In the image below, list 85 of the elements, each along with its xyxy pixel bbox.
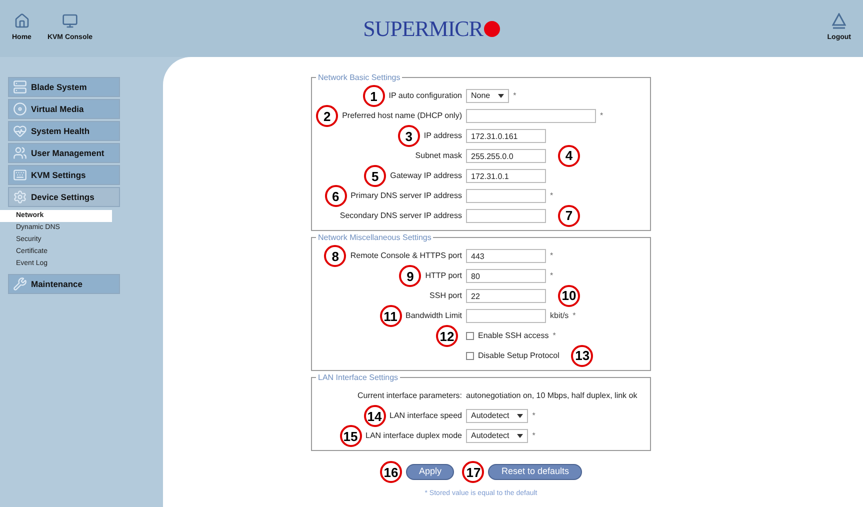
default-mark: * [552,330,556,342]
dropdown[interactable]: Autodetect [466,429,528,443]
sidebar-menu-item[interactable]: KVM Settings [8,165,120,185]
interface-parameters: autonegotiation on, 10 Mbps, half duplex, link ok [466,390,638,402]
callout-number: 1 [362,85,385,107]
disc-icon [13,102,27,116]
field-label: LAN interface duplex mode [366,430,462,442]
wrench-icon [13,277,27,291]
field-label: Remote Console & HTTPS port [350,250,462,262]
triangle-icon [832,13,846,30]
callout-number: 9 [399,265,422,287]
input-field[interactable]: 172.31.0.161 [466,129,546,143]
checkbox-label: Enable SSH access [478,330,549,342]
sidebar-menu-item[interactable]: Blade System [8,77,120,97]
users-icon [13,146,27,160]
field-label: Secondary DNS server IP address [340,210,462,222]
group-title: Network Basic Settings [316,72,402,84]
sidebar-menu-item[interactable]: Virtual Media [8,99,120,119]
field-label: Primary DNS server IP address [350,190,462,202]
server-icon [13,80,27,94]
callout-number: 15 [340,425,362,447]
callout-number: 13 [571,344,594,366]
callout-number: 8 [324,245,346,267]
group-title: LAN Interface Settings [316,372,400,384]
input-field[interactable] [466,309,546,323]
logo: SUPERMICR [363,12,500,45]
default-mark: * [550,250,554,262]
dropdown[interactable]: Autodetect [466,409,528,423]
field-label: Gateway IP address [390,170,462,182]
callout-number: 10 [558,284,580,306]
unit-label: kbit/s [550,310,569,322]
action-button[interactable]: Reset to defaults [488,464,582,480]
caret-icon [517,434,524,438]
default-mark: * [532,410,536,422]
callout-number: 4 [558,144,580,166]
field-label: Current interface parameters: [358,390,462,402]
default-mark: * [532,430,536,442]
field-label: HTTP port [425,270,462,282]
input-field[interactable]: 80 [466,269,546,283]
default-mark: * [513,90,516,102]
heart-pulse-icon [13,124,27,138]
sidebar-menu-item[interactable]: User Management [8,143,120,163]
default-mark: * [572,310,576,322]
caret-icon [498,94,504,98]
input-field[interactable] [466,109,596,123]
monitor-icon [62,13,78,30]
action-button[interactable]: Apply [406,464,454,480]
group-title: Network Miscellaneous Settings [316,232,434,244]
dropdown[interactable]: None [466,89,510,103]
field-label: Bandwidth Limit [406,310,462,322]
keyboard-icon [13,168,27,182]
caret-icon [517,414,524,418]
checkbox[interactable] [466,352,474,360]
default-mark: * [550,190,554,202]
sidebar-menu-item[interactable]: Device Settings [8,187,120,207]
field-label: SSH port [430,290,462,302]
callout-number: 11 [380,305,402,327]
default-mark: * [550,270,554,282]
home-icon [14,13,30,30]
field-label: Subnet mask [415,150,462,162]
callout-number: 6 [324,185,347,207]
field-label: IP address [424,130,462,142]
callout-number: 3 [398,125,420,147]
sidebar-menu-item[interactable]: Maintenance [8,274,120,294]
input-field[interactable]: 22 [466,289,546,303]
gear-icon [13,190,27,204]
field-label: LAN interface speed [390,410,462,422]
callout-number: 12 [436,325,458,347]
sidebar-menu-item[interactable]: System Health [8,121,120,141]
callout-number: 2 [316,105,338,127]
checkbox[interactable] [466,332,474,340]
checkbox-label: Disable Setup Protocol [478,350,560,362]
input-field[interactable]: 255.255.0.0 [466,149,546,163]
input-field[interactable]: 172.31.0.1 [466,169,546,183]
input-field[interactable] [466,189,546,203]
field-label: Preferred host name (DHCP only) [342,110,462,122]
default-mark: * [600,110,604,122]
input-field[interactable]: 443 [466,249,546,263]
callout-number: 16 [380,461,402,483]
field-label: IP auto configuration [388,90,462,102]
callout-number: 7 [558,204,580,226]
callout-number: 14 [364,405,386,427]
input-field[interactable] [466,209,546,223]
callout-number: 5 [364,165,386,187]
callout-number: 17 [462,461,484,483]
